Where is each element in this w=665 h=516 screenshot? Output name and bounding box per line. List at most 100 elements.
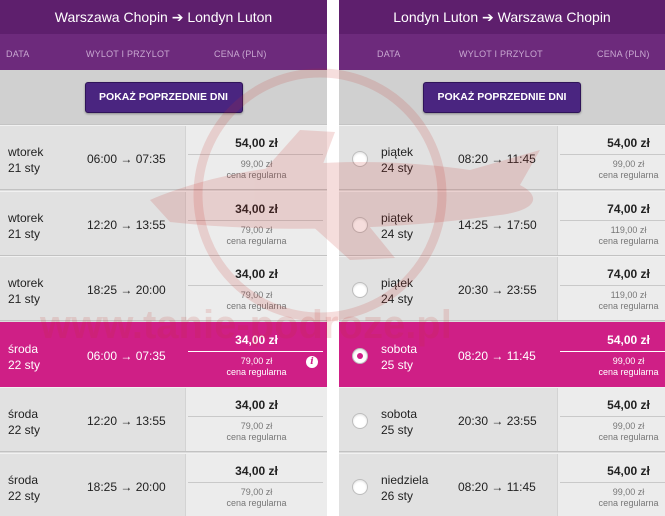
- flight-row[interactable]: niedziela 26 sty 08:20 → 11:45 54,00 zł 99,0…: [339, 452, 665, 516]
- flight-weekday: środa: [8, 407, 39, 421]
- price-cell[interactable]: 74,00 zł 119,00 zł cena regularna: [557, 257, 665, 320]
- flight-day-month: 25 sty: [381, 357, 414, 372]
- promo-price: 54,00 zł: [607, 463, 650, 478]
- flight-times: 18:25 → 20:00: [87, 283, 166, 297]
- regular-price: 79,00 zł: [240, 421, 273, 431]
- flight-row[interactable]: sobota 25 sty 08:20 → 11:45 54,00 zł 99,00 z…: [339, 321, 665, 387]
- price-cell[interactable]: 74,00 zł 119,00 zł cena regularna: [557, 191, 665, 255]
- outbound-route-title: Warszawa Chopin ➔ Londyn Luton: [0, 0, 327, 34]
- price-divider: [560, 481, 665, 483]
- price-cell[interactable]: 54,00 zł 99,00 zł cena regularna: [557, 388, 665, 451]
- price-cell[interactable]: 54,00 zł 99,00 zł cena regularna: [557, 126, 665, 189]
- flight-row[interactable]: wtorek 21 sty 18:25 → 20:00 34,00 zł 79,00 z…: [0, 256, 327, 321]
- column-price: CENA (PLN): [597, 49, 650, 59]
- column-date: DATA: [377, 49, 401, 59]
- flight-select-radio[interactable]: [352, 282, 368, 298]
- flight-day-month: 24 sty: [381, 292, 414, 306]
- flight-times: 14:25 → 17:50: [458, 217, 537, 232]
- flight-day-month: 24 sty: [381, 226, 414, 241]
- regular-price: 79,00 zł: [240, 224, 273, 235]
- price-cell[interactable]: 54,00 zł 99,00 zł cena regularna: [557, 453, 665, 516]
- flight-select-radio[interactable]: [352, 478, 368, 495]
- outbound-prev-area: POKAŻ POPRZEDNIE DNI: [0, 70, 327, 125]
- price-divider: [560, 219, 665, 221]
- flight-date: wtorek 21 sty: [8, 144, 43, 176]
- promo-price: 34,00 zł: [235, 201, 278, 216]
- regular-price: 99,00 zł: [612, 421, 645, 431]
- inbound-route-title: Londyn Luton ➔ Warszawa Chopin: [339, 0, 665, 34]
- price-cell[interactable]: 34,00 zł 79,00 zł cena regularna: [185, 453, 327, 516]
- regular-price: 99,00 zł: [612, 159, 645, 169]
- flight-times: 06:00 → 07:35: [87, 348, 166, 363]
- flight-row[interactable]: środa 22 sty 12:20 → 13:55 34,00 zł 79,00 zł…: [0, 387, 327, 452]
- flight-select-radio[interactable]: [352, 347, 368, 364]
- flight-date: środa 22 sty: [8, 341, 40, 373]
- flight-row[interactable]: wtorek 21 sty 12:20 → 13:55 34,00 zł 79,00 z…: [0, 190, 327, 256]
- flight-day-month: 24 sty: [381, 161, 414, 175]
- flight-date: wtorek 21 sty: [8, 275, 43, 307]
- flight-row[interactable]: środa 22 sty 06:00 → 07:35 34,00 zł 79,00 zł…: [0, 321, 327, 387]
- info-icon[interactable]: i: [306, 355, 318, 368]
- flight-select-radio[interactable]: [352, 151, 368, 167]
- promo-price: 54,00 zł: [607, 398, 650, 412]
- regular-price-label: cena regularna: [226, 301, 287, 311]
- promo-price: 54,00 zł: [607, 136, 650, 150]
- regular-price-label: cena regularna: [226, 366, 287, 377]
- column-price: CENA (PLN): [214, 49, 267, 59]
- price-cell[interactable]: 34,00 zł 79,00 zł cena regularna: [185, 388, 327, 451]
- flight-select-radio[interactable]: [352, 413, 368, 429]
- flight-row[interactable]: środa 22 sty 18:25 → 20:00 34,00 zł 79,00 zł…: [0, 452, 327, 516]
- regular-price: 119,00 zł: [610, 224, 647, 235]
- flight-times: 12:20 → 13:55: [87, 217, 166, 232]
- price-divider: [560, 350, 665, 352]
- flight-weekday: wtorek: [8, 145, 44, 159]
- flight-weekday: piątek: [381, 145, 414, 159]
- regular-price-label: cena regularna: [226, 170, 287, 180]
- promo-price: 34,00 zł: [235, 398, 278, 412]
- promo-price: 34,00 zł: [235, 463, 278, 478]
- price-cell[interactable]: 34,00 zł 79,00 zł cena regularna: [185, 191, 327, 255]
- promo-price: 34,00 zł: [235, 332, 278, 347]
- flight-times: 12:20 → 13:55: [87, 414, 166, 428]
- flight-date: wtorek 21 sty: [8, 210, 43, 242]
- regular-price-label: cena regularna: [598, 432, 659, 442]
- flight-weekday: sobota: [381, 407, 418, 421]
- regular-price-label: cena regularna: [226, 432, 287, 442]
- flight-row[interactable]: piątek 24 sty 14:25 → 17:50 74,00 zł 119,00 …: [339, 190, 665, 256]
- column-route: WYLOT I PRZYLOT: [86, 49, 170, 59]
- promo-price: 54,00 zł: [235, 136, 278, 150]
- flight-row[interactable]: wtorek 21 sty 06:00 → 07:35 54,00 zł 99,00 z…: [0, 125, 327, 190]
- flight-weekday: piątek: [381, 210, 414, 225]
- regular-price: 119,00 zł: [610, 290, 647, 300]
- price-cell[interactable]: 34,00 zł 79,00 zł cena regularna i: [185, 322, 327, 386]
- price-cell[interactable]: 54,00 zł 99,00 zł cena regularna: [557, 322, 665, 386]
- flight-weekday: niedziela: [381, 472, 429, 487]
- flight-row[interactable]: sobota 25 sty 20:30 → 23:55 54,00 zł 99,00 z…: [339, 387, 665, 452]
- inbound-show-previous-days-button[interactable]: POKAŻ POPRZEDNIE DNI: [423, 81, 581, 113]
- flight-day-month: 25 sty: [381, 423, 414, 437]
- flight-weekday: wtorek: [8, 210, 44, 225]
- outbound-column-headers: DATA WYLOT I PRZYLOT CENA (PLN): [0, 34, 327, 70]
- flight-row[interactable]: piątek 24 sty 20:30 → 23:55 74,00 zł 119,00 …: [339, 256, 665, 321]
- flight-times: 20:30 → 23:55: [458, 283, 537, 297]
- flight-select-radio[interactable]: [352, 216, 368, 233]
- flight-times: 08:20 → 11:45: [458, 152, 536, 166]
- price-cell[interactable]: 54,00 zł 99,00 zł cena regularna: [185, 126, 327, 189]
- flight-date: sobota 25 sty: [381, 406, 417, 438]
- flight-times: 08:20 → 11:45: [458, 348, 536, 363]
- column-date: DATA: [6, 49, 30, 59]
- price-divider: [560, 285, 665, 286]
- flight-date: sobota 25 sty: [381, 341, 417, 373]
- flight-day-month: 22 sty: [8, 357, 41, 372]
- flight-row[interactable]: piątek 24 sty 08:20 → 11:45 54,00 zł 99,00 z…: [339, 125, 665, 190]
- inbound-panel: Londyn Luton ➔ Warszawa Chopin DATA WYLO…: [339, 0, 665, 516]
- price-divider: [560, 416, 665, 417]
- flight-weekday: sobota: [381, 341, 418, 356]
- regular-price: 99,00 zł: [612, 355, 645, 366]
- price-divider: [188, 219, 323, 221]
- outbound-show-previous-days-button[interactable]: POKAŻ POPRZEDNIE DNI: [84, 81, 243, 113]
- price-cell[interactable]: 34,00 zł 79,00 zł cena regularna: [185, 257, 327, 320]
- regular-price: 99,00 zł: [612, 486, 645, 497]
- flight-weekday: środa: [8, 472, 39, 487]
- promo-price: 34,00 zł: [235, 267, 278, 281]
